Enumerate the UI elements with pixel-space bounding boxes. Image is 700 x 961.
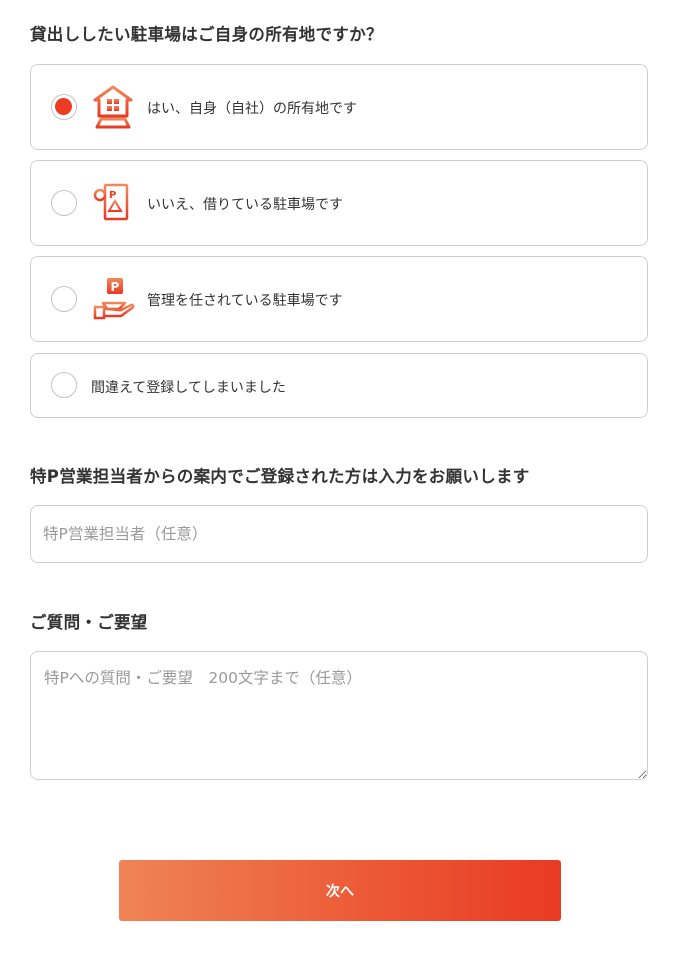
option-label: 管理を任されている駐車場です: [147, 293, 343, 309]
option-label: いいえ、借りている駐車場です: [147, 197, 343, 213]
option-label: 間違えて登録してしまいました: [91, 380, 286, 396]
svg-text:P: P: [111, 280, 120, 294]
parking-hand-icon: P: [93, 278, 135, 320]
ownership-option-mistake[interactable]: 間違えて登録してしまいました: [30, 353, 648, 418]
radio-button-selected[interactable]: [51, 94, 77, 120]
inquiry-title: ご質問・ご要望: [30, 613, 148, 632]
ownership-option-own-land[interactable]: はい、自身（自社）の所有地です: [30, 64, 648, 150]
sales-rep-question-title: 特P営業担当者からの案内でご登録された方は入力をお願いします: [30, 467, 530, 486]
ownership-option-managed[interactable]: P 管理を任されている駐車場です: [30, 256, 648, 342]
sales-rep-input[interactable]: [30, 505, 648, 563]
svg-text:P: P: [109, 190, 116, 201]
ownership-option-rented[interactable]: P いいえ、借りている駐車場です: [30, 160, 648, 246]
inquiry-textarea[interactable]: [30, 651, 648, 780]
radio-button[interactable]: [51, 190, 77, 216]
ownership-question-title: 貸出ししたい駐車場はご自身の所有地ですか？: [30, 25, 383, 44]
option-label: はい、自身（自社）の所有地です: [147, 101, 357, 117]
next-button[interactable]: 次へ: [119, 860, 561, 921]
radio-selected-dot: [55, 98, 72, 115]
house-icon: [93, 85, 133, 129]
radio-button[interactable]: [51, 372, 77, 398]
radio-button[interactable]: [51, 286, 77, 312]
parking-document-icon: P: [93, 183, 129, 221]
